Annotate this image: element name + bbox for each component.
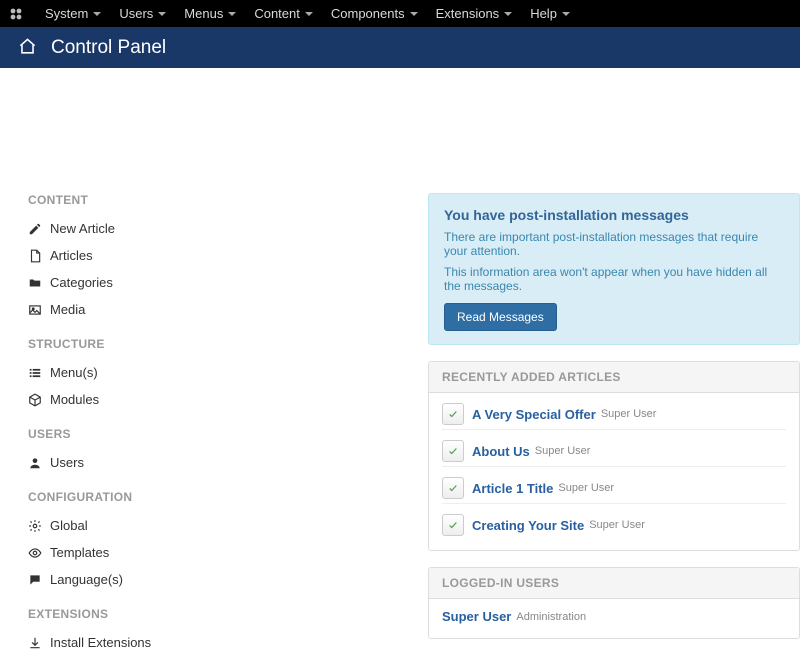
caret-down-icon [305,12,313,16]
sidebar-item-menus[interactable]: Menu(s) [28,359,428,386]
user-link[interactable]: Super User [442,609,511,624]
caret-down-icon [504,12,512,16]
article-author: Super User [535,445,591,457]
section-heading-configuration: CONFIGURATION [28,490,428,504]
sidebar-item-media[interactable]: Media [28,296,428,323]
menu-components[interactable]: Components [322,0,427,27]
sidebar-item-label: Menu(s) [50,365,98,380]
menu-extensions[interactable]: Extensions [427,0,522,27]
caret-down-icon [93,12,101,16]
check-icon[interactable] [442,440,464,462]
file-icon [28,249,50,263]
article-row: Creating Your Site Super User [442,503,786,540]
folder-icon [28,276,50,290]
main-content: You have post-installation messages Ther… [428,193,800,656]
section-heading-extensions: EXTENSIONS [28,607,428,621]
top-navbar: System Users Menus Content Components Ex… [0,0,800,27]
check-icon[interactable] [442,477,464,499]
menu-label: Components [331,6,405,21]
sidebar-item-label: Modules [50,392,99,407]
section-heading-users: USERS [28,427,428,441]
sidebar-item-install-extensions[interactable]: Install Extensions [28,629,428,656]
article-link[interactable]: A Very Special Offer [472,407,596,422]
article-row: About Us Super User [442,429,786,466]
menu-help[interactable]: Help [521,0,579,27]
list-icon [28,366,50,380]
read-messages-button[interactable]: Read Messages [444,303,557,331]
menu-label: Users [119,6,153,21]
sidebar-item-label: Articles [50,248,93,263]
sidebar-item-label: Users [50,455,84,470]
page-title: Control Panel [51,37,166,59]
joomla-logo-icon[interactable] [6,4,26,24]
article-link[interactable]: About Us [472,444,530,459]
menu-label: Menus [184,6,223,21]
sidebar-item-label: Categories [50,275,113,290]
menu-users[interactable]: Users [110,0,175,27]
eye-icon [28,546,50,560]
article-row: Article 1 Title Super User [442,466,786,503]
sidebar-item-label: New Article [50,221,115,236]
loggedin-users-panel: LOGGED-IN USERS Super User Administratio… [428,567,800,639]
sidebar-item-label: Templates [50,545,109,560]
cube-icon [28,393,50,407]
article-author: Super User [589,519,645,531]
article-link[interactable]: Article 1 Title [472,481,553,496]
menu-label: Help [530,6,557,21]
cog-icon [28,519,50,533]
menu-system[interactable]: System [36,0,110,27]
sidebar-item-users[interactable]: Users [28,449,428,476]
user-icon [28,456,50,470]
comment-icon [28,573,50,587]
section-heading-structure: STRUCTURE [28,337,428,351]
sidebar-item-label: Install Extensions [50,635,151,650]
page-subheader: Control Panel [0,27,800,68]
article-author: Super User [601,408,657,420]
post-install-panel: You have post-installation messages Ther… [428,193,800,345]
section-heading-content: CONTENT [28,193,428,207]
sidebar-item-label: Language(s) [50,572,123,587]
sidebar-item-categories[interactable]: Categories [28,269,428,296]
info-line: This information area won't appear when … [444,265,784,293]
image-icon [28,303,50,317]
info-title: You have post-installation messages [444,207,784,223]
caret-down-icon [562,12,570,16]
check-icon[interactable] [442,514,464,536]
info-line: There are important post-installation me… [444,230,784,258]
caret-down-icon [410,12,418,16]
sidebar-item-label: Global [50,518,88,533]
user-row: Super User Administration [442,599,786,628]
sidebar-item-new-article[interactable]: New Article [28,215,428,242]
caret-down-icon [228,12,236,16]
article-author: Super User [558,482,614,494]
user-meta: Administration [516,611,586,623]
menu-label: Content [254,6,300,21]
sidebar-item-languages[interactable]: Language(s) [28,566,428,593]
menu-label: System [45,6,88,21]
sidebar-item-label: Media [50,302,85,317]
home-icon [18,37,37,59]
sidebar-item-templates[interactable]: Templates [28,539,428,566]
menu-menus[interactable]: Menus [175,0,245,27]
sidebar-item-articles[interactable]: Articles [28,242,428,269]
caret-down-icon [158,12,166,16]
check-icon[interactable] [442,403,464,425]
menu-label: Extensions [436,6,500,21]
article-row: A Very Special Offer Super User [442,393,786,429]
recent-articles-panel: RECENTLY ADDED ARTICLES A Very Special O… [428,361,800,551]
sidebar-item-modules[interactable]: Modules [28,386,428,413]
left-sidebar: CONTENT New Article Articles Categories … [28,193,428,656]
download-icon [28,636,50,650]
panel-heading: RECENTLY ADDED ARTICLES [429,362,799,393]
pencil-icon [28,222,50,236]
article-link[interactable]: Creating Your Site [472,518,584,533]
menu-content[interactable]: Content [245,0,322,27]
panel-heading: LOGGED-IN USERS [429,568,799,599]
sidebar-item-global[interactable]: Global [28,512,428,539]
